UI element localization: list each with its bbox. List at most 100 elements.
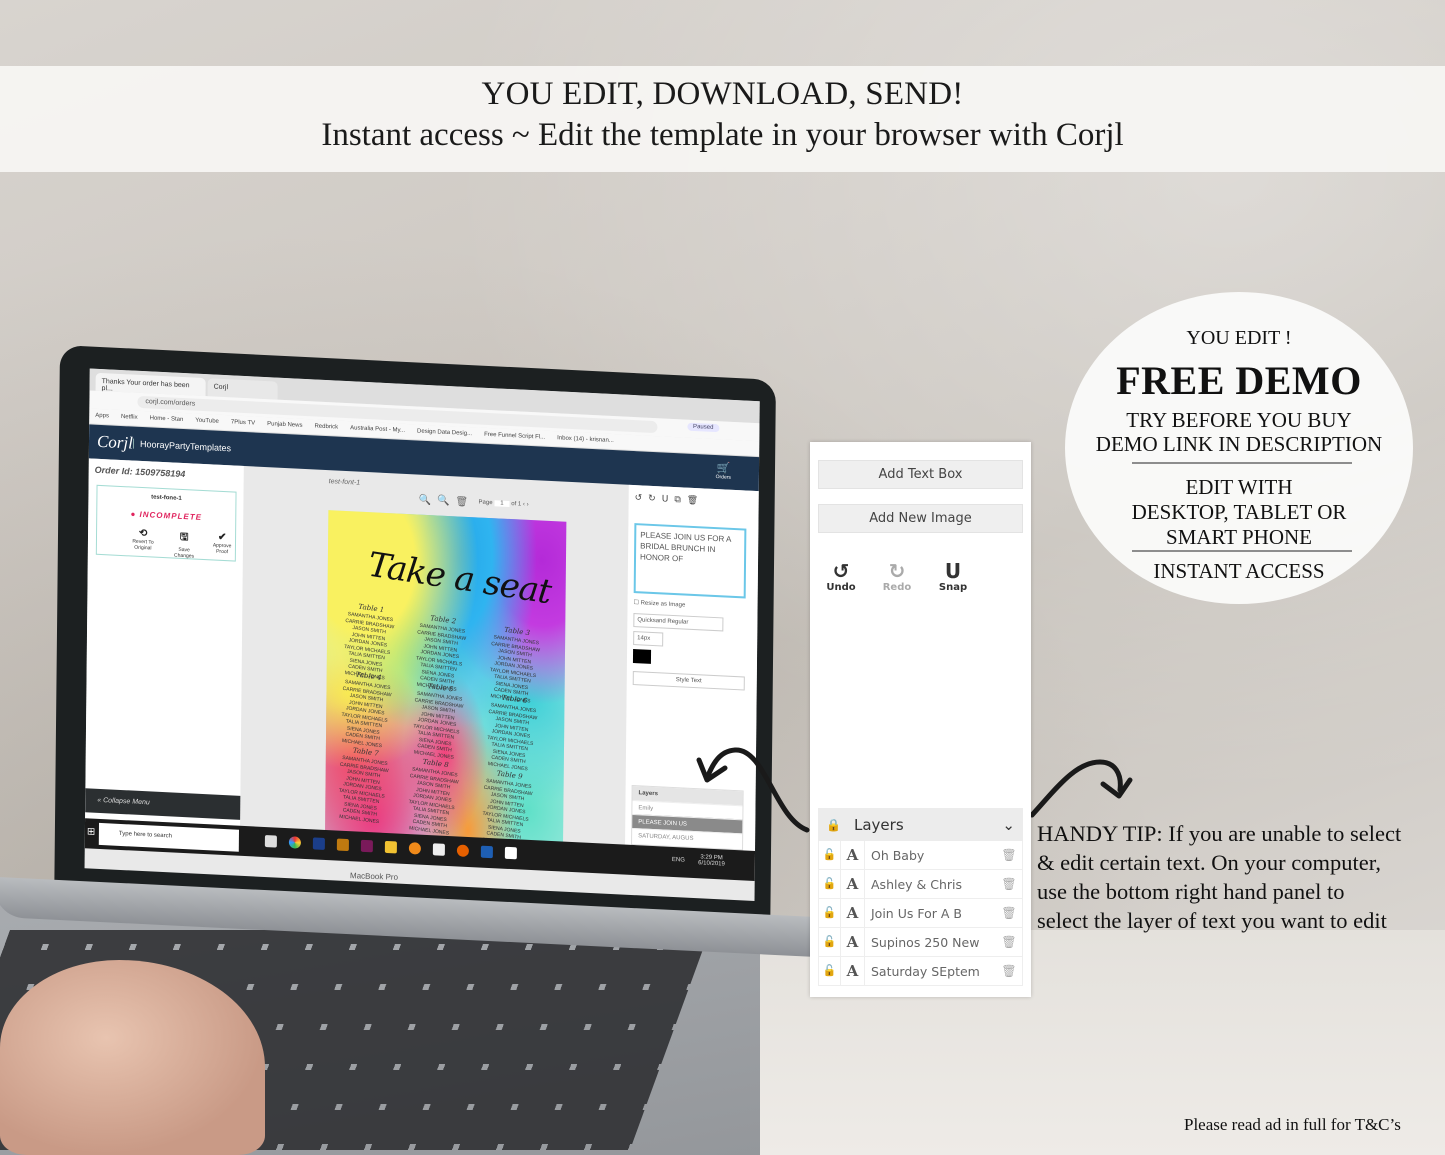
revert-button[interactable]: ⟲ Revert To Original bbox=[127, 527, 159, 558]
media-player-icon[interactable] bbox=[408, 842, 421, 855]
seating-table[interactable]: Table 7 SAMANTHA JONES CARRIE BRADSHAW JASO… bbox=[325, 743, 401, 827]
mail-icon[interactable] bbox=[504, 846, 517, 860]
badge-divider bbox=[1132, 462, 1352, 464]
layer-row[interactable]: 🔓 A Saturday SEptem 🗑 bbox=[818, 957, 1023, 986]
seating-table[interactable]: Table 4 SAMANTHA JONES CARRIE BRADSHAW JASO… bbox=[327, 668, 404, 752]
color-swatch[interactable] bbox=[632, 649, 652, 664]
unlock-icon[interactable]: 🔓 bbox=[819, 928, 841, 956]
layer-row[interactable]: 🔓 A Supinos 250 New 🗑 bbox=[818, 928, 1023, 957]
canvas-name: test-font-1 bbox=[328, 478, 361, 487]
bookmark-item[interactable]: Design Data Desig... bbox=[417, 428, 472, 437]
bookmark-item[interactable]: Netflix bbox=[121, 414, 138, 421]
bookmark-item[interactable]: Free Funnel Script Fl... bbox=[484, 432, 545, 441]
page-navigator: Page 1 of 1 ‹ › bbox=[478, 499, 529, 508]
trash-icon[interactable]: 🗑 bbox=[996, 877, 1022, 891]
redo-icon[interactable]: ↻ bbox=[648, 494, 656, 504]
unlock-icon[interactable]: 🔓 bbox=[819, 957, 841, 985]
illustrator-icon[interactable] bbox=[336, 838, 349, 852]
font-select[interactable]: Quicksand Regular bbox=[633, 613, 724, 632]
zoom-in-icon[interactable]: 🔍 bbox=[418, 495, 431, 507]
layer-name: Supinos 250 New bbox=[871, 934, 980, 950]
bookmark-item[interactable]: Apps bbox=[95, 413, 109, 420]
duplicate-icon[interactable]: ⧉ bbox=[674, 495, 681, 505]
add-text-box-button[interactable]: Add Text Box bbox=[818, 460, 1023, 489]
next-page-button[interactable]: › bbox=[527, 502, 529, 508]
trash-icon[interactable]: 🗑 bbox=[455, 496, 468, 508]
bookmark-item[interactable]: YouTube bbox=[195, 418, 219, 425]
layers-panel: 🔒 Layers ⌄ 🔓 A Oh Baby 🗑 🔓 A Ashley & Chris 🗑 🔓 A… bbox=[818, 808, 1023, 986]
resize-as-image-checkbox[interactable]: ☐ Resize as Image bbox=[634, 599, 686, 609]
save-icon: 🖫 bbox=[179, 531, 189, 544]
trash-icon[interactable]: 🗑 bbox=[996, 906, 1022, 920]
trash-icon[interactable]: 🗑 bbox=[996, 848, 1022, 862]
style-text-dropdown[interactable]: Style Text bbox=[632, 671, 745, 691]
indesign-icon[interactable] bbox=[360, 839, 373, 853]
bookmark-item[interactable]: Inbox (14) - krisnan... bbox=[557, 435, 614, 444]
text-layer-icon: A bbox=[841, 870, 865, 898]
orders-button[interactable]: 🛒 Orders bbox=[716, 461, 731, 481]
approve-proof-button[interactable]: ✔ Approve Proof bbox=[209, 531, 235, 561]
edit-tools: ↺ Undo ↻ Redo U Snap bbox=[824, 560, 970, 593]
bookmark-item[interactable]: Home - Stan bbox=[150, 415, 184, 423]
banner-subline: Instant access ~ Edit the template in yo… bbox=[321, 117, 1124, 153]
item-name: test-fone-1 bbox=[151, 494, 182, 502]
folder-icon[interactable] bbox=[384, 840, 397, 854]
undo-icon[interactable]: ↺ bbox=[635, 493, 643, 503]
font-size-select[interactable]: 14px bbox=[633, 631, 664, 647]
trash-icon[interactable]: 🗑 bbox=[996, 964, 1022, 978]
lock-icon: 🔒 bbox=[826, 817, 841, 832]
chrome-icon[interactable] bbox=[288, 836, 301, 849]
selected-text-field[interactable]: PLEASE JOIN US FOR A BRIDAL BRUNCH IN HO… bbox=[633, 523, 747, 599]
redo-button[interactable]: ↻ Redo bbox=[880, 560, 914, 593]
chevron-down-icon[interactable]: ⌄ bbox=[1002, 816, 1015, 834]
photoshop-icon[interactable] bbox=[312, 837, 325, 850]
delete-icon[interactable]: 🗑 bbox=[687, 496, 699, 507]
layer-row[interactable]: 🔓 A Oh Baby 🗑 bbox=[818, 841, 1023, 870]
prev-page-button[interactable]: ‹ bbox=[523, 502, 525, 508]
trash-icon[interactable]: 🗑 bbox=[996, 935, 1022, 949]
zoom-out-icon[interactable]: 🔍 bbox=[437, 495, 450, 507]
windows-start-icon[interactable]: ⊞ bbox=[87, 826, 96, 837]
unlock-icon[interactable]: 🔓 bbox=[819, 841, 841, 869]
order-item-card[interactable]: test-fone-1 ● INCOMPLETE ⟲ Revert To Orig… bbox=[95, 484, 237, 562]
snap-icon[interactable]: U bbox=[662, 494, 669, 504]
free-demo-badge: YOU EDIT ! FREE DEMO TRY BEFORE YOU BUY D… bbox=[1065, 292, 1413, 604]
firefox-icon[interactable] bbox=[456, 844, 469, 858]
bookmark-item[interactable]: Punjab News bbox=[267, 421, 302, 429]
tool-label: Undo bbox=[826, 582, 856, 593]
redo-icon: ↻ bbox=[888, 559, 906, 583]
bookmark-item[interactable]: Australia Post - My... bbox=[350, 425, 405, 434]
laptop-brand: MacBook Pro bbox=[349, 871, 399, 882]
top-banner: YOU EDIT, DOWNLOAD, SEND! Instant access… bbox=[0, 66, 1445, 172]
undo-button[interactable]: ↺ Undo bbox=[824, 560, 858, 593]
snap-button[interactable]: U Snap bbox=[936, 560, 970, 593]
save-changes-button[interactable]: 🖫 Save Changes bbox=[171, 529, 198, 560]
layer-row[interactable]: 🔓 A Join Us For A B 🗑 bbox=[818, 899, 1023, 928]
layers-header[interactable]: 🔒 Layers ⌄ bbox=[818, 808, 1023, 841]
laptop: Thanks Your order has been pl... Corjl c… bbox=[0, 345, 845, 959]
language-indicator[interactable]: ENG bbox=[672, 857, 685, 864]
outlook-icon[interactable] bbox=[480, 845, 493, 859]
design-canvas[interactable]: Take a seat Table 1 SAMANTHA JONES CARRIE … bbox=[324, 510, 567, 852]
unlock-icon[interactable]: 🔓 bbox=[819, 870, 841, 898]
badge-title: FREE DEMO bbox=[1116, 358, 1362, 403]
design-title[interactable]: Take a seat bbox=[366, 545, 553, 613]
layer-row[interactable]: 🔓 A Ashley & Chris 🗑 bbox=[818, 870, 1023, 899]
taskbar-clock[interactable]: 3:29 PM 6/10/2019 bbox=[698, 854, 725, 867]
order-sidebar: Order Id: 1509758194 test-fone-1 ● INCOM… bbox=[85, 458, 244, 826]
page-input[interactable]: 1 bbox=[494, 500, 510, 507]
seating-table[interactable]: Table 6 SAMANTHA JONES CARRIE BRADSHAW JASO… bbox=[473, 691, 550, 775]
taskbar-search[interactable]: Type here to search bbox=[98, 822, 240, 852]
unlock-icon[interactable]: 🔓 bbox=[819, 899, 841, 927]
arrow-to-laptop bbox=[696, 747, 810, 833]
seating-table[interactable]: Table 8 SAMANTHA JONES CARRIE BRADSHAW JASO… bbox=[394, 755, 471, 839]
seating-table[interactable]: Table 5 SAMANTHA JONES CARRIE BRADSHAW JASO… bbox=[399, 679, 476, 763]
profile-button[interactable]: Paused bbox=[687, 422, 720, 433]
add-new-image-button[interactable]: Add New Image bbox=[818, 504, 1023, 533]
laptop-screen: Thanks Your order has been pl... Corjl c… bbox=[84, 368, 760, 901]
bookmark-item[interactable]: 7Plus TV bbox=[231, 419, 255, 426]
layer-name: Join Us For A B bbox=[871, 905, 962, 921]
store-icon[interactable] bbox=[264, 835, 277, 848]
bookmark-item[interactable]: Redbrick bbox=[314, 423, 338, 430]
acrobat-icon[interactable] bbox=[432, 843, 445, 856]
